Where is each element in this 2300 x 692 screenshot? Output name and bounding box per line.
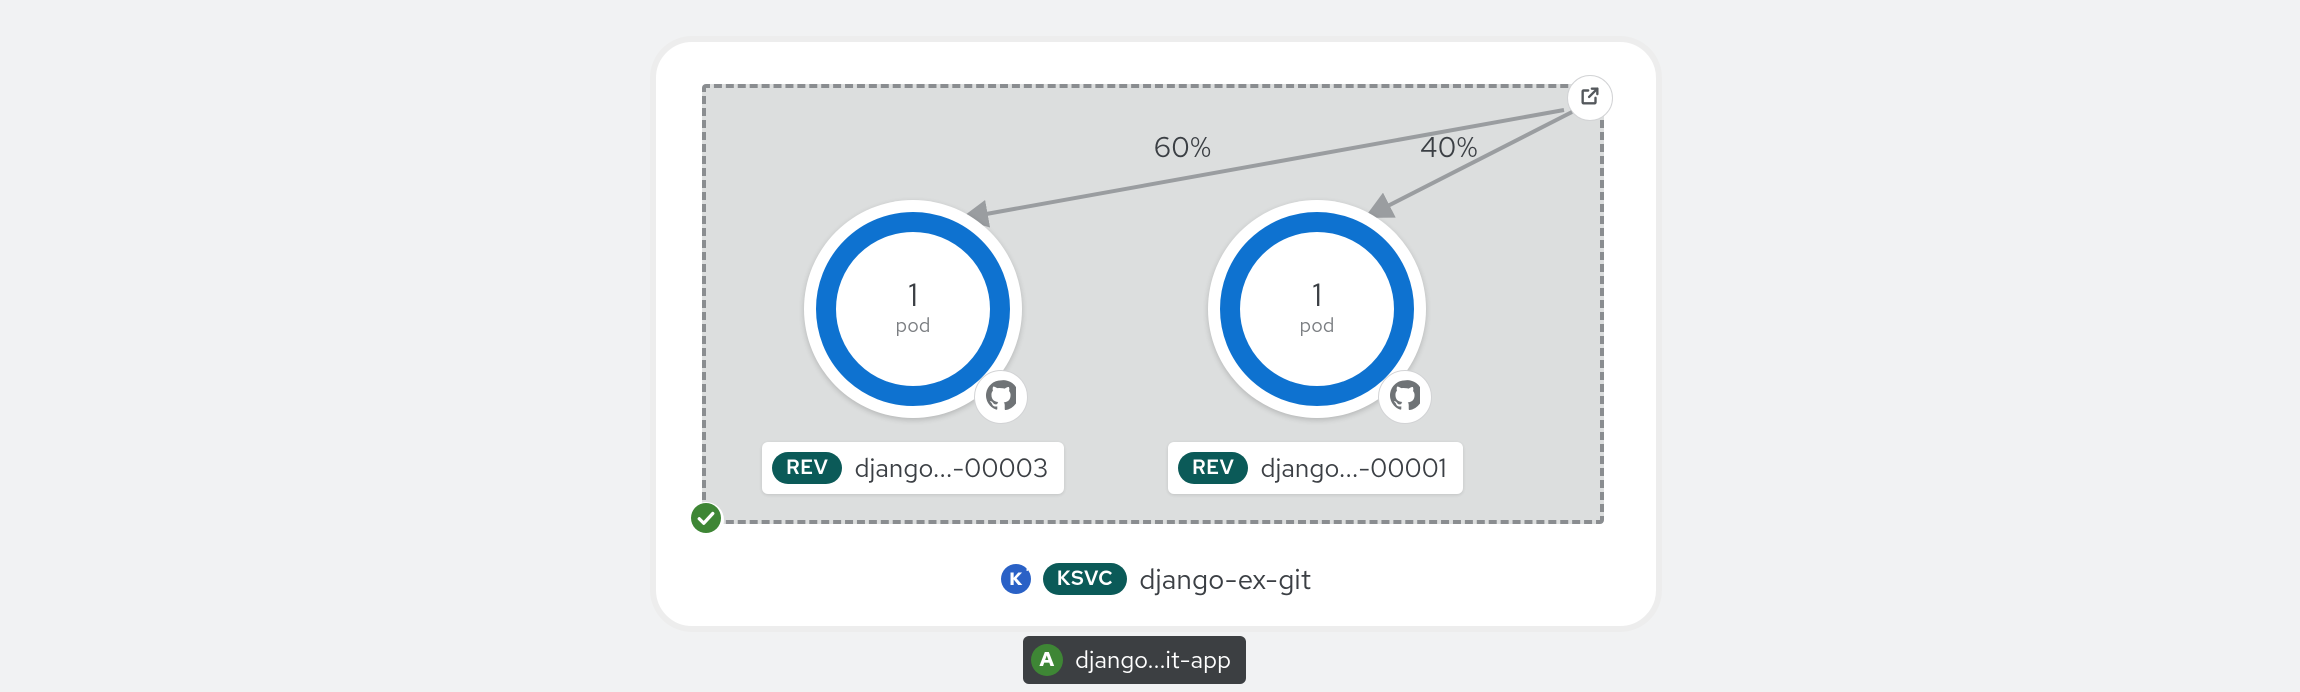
build-status[interactable] <box>688 502 724 538</box>
revisions-group: 60% 40% 1 pod <box>702 84 1604 524</box>
service-label[interactable]: Kn KSVC django-ex-git <box>656 560 1656 598</box>
source-decorator-1[interactable] <box>974 370 1028 424</box>
pod-ring: 1 pod <box>816 212 1010 406</box>
app-name: django...it-app <box>1075 645 1231 676</box>
service-name: django-ex-git <box>1139 560 1311 598</box>
ksvc-badge: KSVC <box>1043 563 1127 595</box>
traffic-percent-2: 40% <box>1420 128 1478 166</box>
pod-ring: 1 pod <box>1220 212 1414 406</box>
pod-count: 1 <box>1312 279 1322 311</box>
revision-name: django...-00003 <box>854 451 1048 485</box>
rev-badge: REV <box>772 452 842 484</box>
open-url-button[interactable] <box>1567 75 1613 121</box>
revision-label-1[interactable]: REV django...-00003 <box>762 442 1064 494</box>
open-external-icon <box>1579 85 1601 112</box>
traffic-percent-1: 60% <box>1154 128 1211 166</box>
pod-count: 1 <box>908 279 918 311</box>
revision-pod-2[interactable]: 1 pod <box>1208 200 1426 418</box>
success-check-icon <box>691 503 721 538</box>
pod-unit: pod <box>896 313 931 339</box>
app-badge: A <box>1031 644 1063 676</box>
service-card: 60% 40% 1 pod <box>650 36 1662 632</box>
knative-icon: Kn <box>1001 564 1031 594</box>
revision-name: django...-00001 <box>1260 451 1446 485</box>
revision-label-2[interactable]: REV django...-00001 <box>1168 442 1463 494</box>
revision-pod-1[interactable]: 1 pod <box>804 200 1022 418</box>
application-label[interactable]: A django...it-app <box>1023 636 1246 684</box>
pod-unit: pod <box>1300 313 1335 339</box>
source-decorator-2[interactable] <box>1378 370 1432 424</box>
rev-badge: REV <box>1178 452 1248 484</box>
github-icon <box>986 380 1016 415</box>
github-icon <box>1390 380 1420 415</box>
